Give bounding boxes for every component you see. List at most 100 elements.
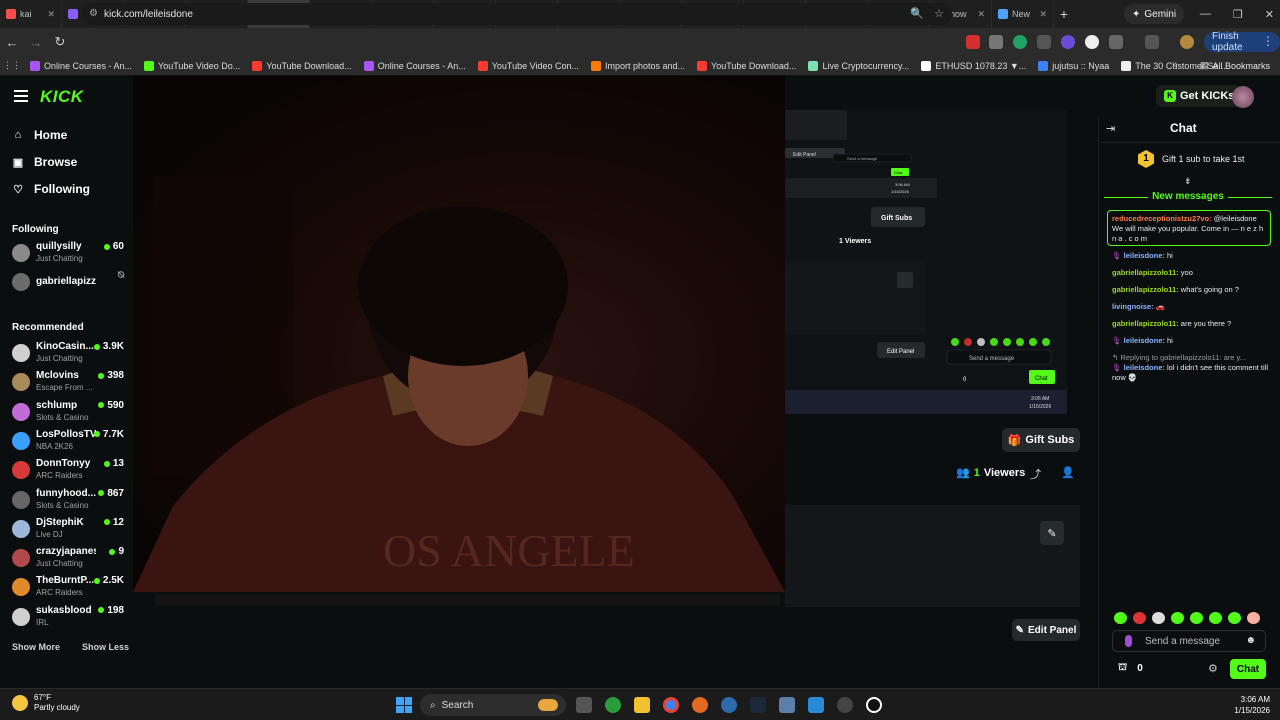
nav-home[interactable]: ⌂ Home [12, 128, 68, 142]
chat-username[interactable]: leileisdone: [1124, 336, 1165, 345]
app-icon[interactable] [808, 697, 824, 713]
all-bookmarks-button[interactable]: ▤ All Bookmarks [1200, 60, 1270, 71]
emote-icon[interactable] [1114, 612, 1127, 624]
emote-icon[interactable] [1228, 612, 1241, 624]
chat-username[interactable]: gabriellapizzolo11: [1112, 268, 1179, 277]
xbox-app-icon[interactable] [605, 697, 621, 713]
browser-tab[interactable]: New ✕ [992, 0, 1054, 28]
side-panel-icon[interactable] [1145, 35, 1159, 49]
follow-user-icon[interactable]: 👤 [1061, 466, 1075, 479]
share-icon[interactable]: ⤴ [1030, 466, 1041, 482]
chrome-icon[interactable] [663, 697, 679, 713]
chat-points[interactable]: ⛫ 0 [1118, 662, 1143, 675]
bookmark-item[interactable]: YouTube Download... [691, 60, 802, 71]
bookmarks-overflow-icon[interactable]: » [1172, 59, 1178, 70]
show-less-button[interactable]: Show Less [82, 642, 129, 652]
emote-icon[interactable] [1209, 612, 1222, 624]
sidebar-channel[interactable]: crazyjapaneseJust Chatting 9 [12, 545, 128, 571]
emote-icon[interactable] [1247, 612, 1260, 624]
zoom-icon[interactable]: 🔍 [910, 7, 924, 20]
tab-close-icon[interactable]: ✕ [47, 9, 55, 20]
bookmark-item[interactable]: YouTube Download... [246, 60, 357, 71]
bookmark-item[interactable]: Import photos and... [585, 60, 691, 71]
chat-username[interactable]: livingnoise: [1112, 302, 1154, 311]
sidebar-channel[interactable]: schlump Slots & Casino 590 [12, 399, 128, 425]
file-explorer-icon[interactable] [634, 697, 650, 713]
taskbar-search[interactable]: ⌕ Search [420, 694, 566, 716]
system-clock[interactable]: 3:06 AM 1/15/2026 [1220, 694, 1270, 716]
emote-icon[interactable] [1190, 612, 1203, 624]
bookmark-item[interactable]: Online Courses - An... [358, 60, 472, 71]
sidebar-channel[interactable]: LosPollosTV NBA 2K26 7.7K [12, 428, 128, 454]
sidebar-channel[interactable]: DjStephiK Live DJ 12 [12, 516, 128, 542]
nav-following[interactable]: ♡ Following [12, 182, 90, 196]
maximize-icon[interactable]: ❐ [1233, 8, 1243, 21]
app-icon[interactable] [837, 697, 853, 713]
pinned-chevron-icon[interactable]: ⇟ [1184, 176, 1192, 187]
steam-icon[interactable] [750, 697, 766, 713]
url-input[interactable]: ⚙ kick.com/leileisdone 🔍 ☆ [82, 3, 952, 25]
browser-tab[interactable]: kai ✕ [0, 0, 62, 28]
emoji-icon[interactable]: ☻ [1245, 635, 1256, 646]
sidebar-channel[interactable]: quillysilly Just Chatting 60 [12, 240, 128, 266]
extension-icon[interactable] [1085, 35, 1099, 49]
chat-input[interactable]: Send a message ☻ [1112, 630, 1266, 652]
gift-subs-button[interactable]: 🎁 Gift Subs [1002, 428, 1080, 452]
back-icon[interactable]: ← [0, 35, 24, 50]
emote-icon[interactable] [1133, 612, 1146, 624]
extension-icon[interactable] [989, 35, 1003, 49]
more-menu-icon[interactable]: ⋮ [1262, 34, 1274, 48]
profile-avatar[interactable] [1180, 35, 1194, 49]
tab-close-icon[interactable]: ✕ [1039, 9, 1047, 20]
new-tab-icon[interactable]: + [1054, 6, 1074, 22]
extension-icon[interactable] [1061, 35, 1075, 49]
gemini-button[interactable]: ✦ Gemini [1124, 4, 1185, 24]
extension-icon[interactable] [1013, 35, 1027, 49]
sidebar-channel[interactable]: KinoCasin... Just Chatting 3.9K [12, 340, 128, 366]
reload-icon[interactable]: ↻ [48, 34, 72, 50]
pencil-icon[interactable]: ✎ [1040, 521, 1064, 545]
chat-settings-icon[interactable]: ⚙ [1208, 662, 1218, 675]
bookmark-item[interactable]: Online Courses - An... [24, 60, 138, 71]
emote-icon[interactable] [1171, 612, 1184, 624]
apps-grid-icon[interactable]: ⋮⋮ [0, 60, 24, 71]
sidebar-channel[interactable]: funnyhood... Slots & Casino 867 [12, 487, 128, 513]
minimize-icon[interactable]: — [1200, 8, 1211, 20]
weather-widget[interactable]: 67°F Partly cloudy [12, 693, 80, 713]
show-more-button[interactable]: Show More [12, 642, 60, 652]
edit-panel-button[interactable]: ✎ Edit Panel [1012, 619, 1080, 641]
nav-browse[interactable]: ▣ Browse [12, 155, 78, 169]
collapse-chat-icon[interactable]: ⇥ [1106, 122, 1115, 135]
sidebar-channel[interactable]: gabriellapizzol... ⍉ [12, 269, 128, 295]
bookmark-item[interactable]: YouTube Video Do... [138, 60, 246, 71]
sidebar-channel[interactable]: sukasblood IRL 198 [12, 604, 128, 630]
kick-logo[interactable]: KICK [40, 87, 84, 107]
blender-icon[interactable] [692, 697, 708, 713]
user-avatar[interactable] [1232, 86, 1254, 108]
video-player[interactable]: OS ANGELE [133, 76, 785, 592]
chat-username[interactable]: gabriellapizzolo11: [1112, 285, 1179, 294]
site-info-icon[interactable]: ⚙ [89, 8, 98, 19]
emote-icon[interactable] [1152, 612, 1165, 624]
extension-icon[interactable] [1037, 35, 1051, 49]
settings-icon[interactable] [779, 697, 795, 713]
chat-username[interactable]: reducedreceptionistzu27vo: [1112, 214, 1212, 223]
tab-close-icon[interactable]: ✕ [977, 9, 985, 20]
media-player-icon[interactable] [866, 697, 882, 713]
chat-username[interactable]: gabriellapizzolo11: [1112, 319, 1179, 328]
menu-icon[interactable] [14, 90, 28, 102]
close-window-icon[interactable]: ✕ [1265, 8, 1274, 21]
extension-icon[interactable] [966, 35, 980, 49]
sidebar-channel[interactable]: Mclovins Escape From ... 398 [12, 369, 128, 395]
forward-icon[interactable]: → [24, 35, 48, 50]
chat-username[interactable]: leileisdone: [1124, 251, 1165, 260]
sidebar-channel[interactable]: DonnTonyy ARC Raiders 13 [12, 457, 128, 483]
video-progress-bar[interactable] [155, 594, 780, 606]
bookmark-item[interactable]: Live Cryptocurrency... [802, 60, 915, 71]
bookmark-item[interactable]: jujutsu :: Nyaa [1032, 60, 1115, 71]
app-icon[interactable] [721, 697, 737, 713]
extensions-puzzle-icon[interactable] [1109, 35, 1123, 49]
bookmark-star-icon[interactable]: ☆ [934, 7, 944, 20]
bookmark-item[interactable]: ETHUSD 1078.23 ▼... [915, 60, 1032, 71]
get-kicks-button[interactable]: K Get KICKs [1156, 85, 1243, 107]
